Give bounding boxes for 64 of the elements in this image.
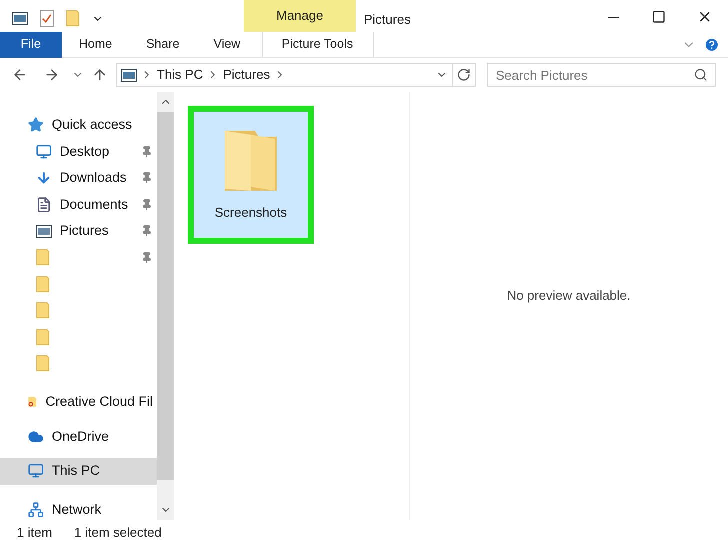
selection-count: 1 item selected [74, 524, 162, 542]
folder-tile[interactable]: Screenshots [188, 106, 314, 244]
folder-icon [36, 249, 50, 266]
pin-icon [141, 172, 153, 184]
folder-icon [36, 302, 50, 320]
sidebar-label: Creative Cloud Fil [46, 393, 153, 412]
minimize-icon [608, 16, 618, 18]
forward-icon[interactable] [44, 67, 60, 83]
pin-icon [141, 198, 153, 211]
ribbon-tab[interactable]: Picture Tools [262, 32, 374, 58]
preview-message: No preview available. [507, 287, 631, 306]
sidebar-label: Documents [60, 196, 128, 214]
cloud-icon [28, 428, 44, 445]
sidebar-item[interactable]: OneDrive [0, 424, 157, 450]
sidebar-item[interactable]: Desktop [0, 138, 157, 165]
pin-icon [141, 252, 153, 264]
network-icon [28, 502, 44, 518]
picture-icon [36, 224, 52, 238]
search-icon [694, 68, 708, 82]
breadcrumb[interactable]: This PC [157, 65, 204, 85]
monitor-icon [36, 144, 52, 160]
sidebar-item[interactable]: Quick access [0, 112, 157, 138]
sidebar-label: Quick access [52, 116, 132, 134]
sidebar-item[interactable]: This PC [0, 458, 157, 484]
address-bar[interactable]: This PC Pictures [116, 63, 476, 87]
sidebar-label: Downloads [60, 169, 127, 188]
sidebar-item[interactable]: Pictures [0, 218, 157, 244]
sidebar-item[interactable]: Downloads [0, 165, 157, 192]
window-title: Pictures [364, 11, 411, 29]
ribbon-tab[interactable]: Share [129, 32, 197, 58]
ribbon-tab[interactable]: Home [62, 32, 130, 58]
folder-icon [36, 276, 50, 293]
picture-icon[interactable] [12, 12, 28, 25]
checklist-icon[interactable] [40, 10, 54, 27]
maximize-icon [652, 10, 666, 24]
back-icon[interactable] [12, 67, 28, 83]
sidebar-item[interactable]: Creative Cloud Fil [0, 389, 157, 416]
ribbon-tab[interactable]: File [0, 32, 62, 58]
sidebar-item[interactable]: Network [0, 496, 157, 520]
search-field[interactable]: Search Pictures [487, 63, 716, 87]
pin-icon [141, 146, 153, 158]
computer-icon [28, 463, 44, 480]
item-count: 1 item [17, 524, 52, 542]
refresh-icon[interactable] [457, 68, 471, 82]
sidebar-label: This PC [52, 462, 100, 480]
breadcrumb[interactable]: Pictures [223, 65, 270, 85]
sidebar-item[interactable]: Documents [0, 192, 157, 218]
sidebar-label: OneDrive [52, 428, 110, 446]
folder-icon [36, 355, 50, 372]
help-icon[interactable] [704, 36, 720, 52]
sidebar-label: Desktop [60, 142, 110, 161]
folder-icon [36, 328, 50, 346]
scrollbar[interactable] [157, 92, 174, 520]
context-tab-group: Manage [244, 0, 356, 32]
folder-name: Screenshots [214, 204, 288, 222]
star-icon [28, 117, 44, 134]
up-icon[interactable] [92, 67, 108, 83]
sidebar-label: Pictures [60, 222, 109, 240]
folder-icon [66, 10, 80, 27]
ribbon-tab[interactable]: View [196, 32, 258, 58]
document-icon [36, 196, 52, 213]
picture-icon [121, 68, 137, 82]
pin-icon [141, 225, 153, 238]
sidebar-label: Network [52, 500, 102, 519]
